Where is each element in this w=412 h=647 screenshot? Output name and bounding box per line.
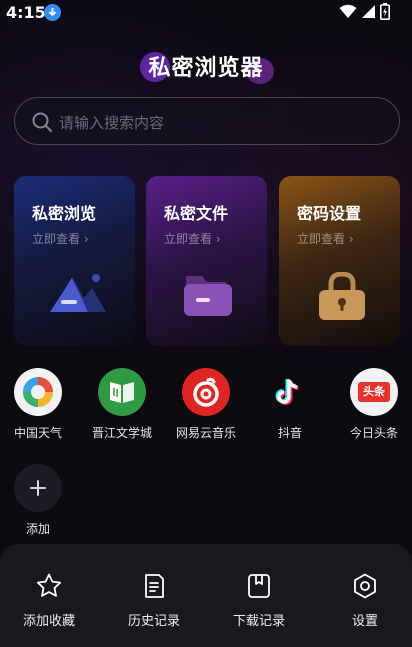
download-record-button[interactable]: 下载记录	[219, 572, 299, 629]
search-input[interactable]: 请输入搜索内容	[14, 97, 400, 145]
card-title: 密码设置	[297, 204, 362, 223]
search-placeholder: 请输入搜索内容	[59, 114, 165, 132]
douyin-icon	[266, 368, 314, 416]
add-favorite-button[interactable]: 添加收藏	[9, 572, 89, 629]
card-password-settings[interactable]: 密码设置 立即查看 ›	[279, 176, 400, 346]
wifi-icon	[339, 4, 357, 18]
lock-icon	[319, 272, 365, 320]
card-view-link[interactable]: 立即查看 ›	[32, 230, 89, 247]
shortcut-label: 网易云音乐	[175, 426, 236, 440]
nav-label: 下载记录	[232, 614, 285, 629]
shortcut-toutiao[interactable]: 头条 今日头条	[336, 368, 412, 441]
star-icon	[36, 573, 62, 597]
add-circle[interactable]	[14, 464, 62, 512]
history-button[interactable]: 历史记录	[114, 572, 194, 629]
add-label: 添加	[25, 522, 50, 536]
download-status-icon	[44, 4, 61, 21]
battery-icon	[380, 3, 390, 20]
plus-icon	[30, 480, 46, 496]
nav-label: 历史记录	[127, 614, 180, 629]
nav-label: 添加收藏	[22, 614, 75, 629]
card-view-link[interactable]: 立即查看 ›	[164, 230, 221, 247]
card-private-browse[interactable]: 私密浏览 立即查看 ›	[14, 176, 135, 346]
app-header: 私密浏览器	[0, 50, 412, 82]
bottom-action-sheet: 添加收藏 历史记录 下载记录 设置	[0, 544, 412, 647]
app-title: 私密浏览器	[148, 56, 264, 81]
china-weather-icon	[14, 368, 62, 416]
status-icons	[339, 3, 390, 20]
status-time: 4:15	[6, 3, 46, 22]
toutiao-badge: 头条	[358, 382, 390, 402]
card-title: 私密文件	[164, 204, 229, 223]
signal-icon	[362, 5, 375, 18]
mountain-image-icon	[50, 274, 106, 312]
shortcut-douyin[interactable]: 抖音	[252, 368, 328, 441]
download-record-icon	[248, 574, 270, 598]
gear-icon	[354, 573, 376, 599]
status-bar: 4:15	[0, 0, 412, 26]
card-title: 私密浏览	[32, 204, 97, 223]
add-shortcut-button[interactable]: 添加	[14, 464, 62, 536]
shortcut-label: 晋江文学城	[91, 426, 152, 440]
shortcut-label: 今日头条	[349, 426, 398, 440]
card-view-link[interactable]: 立即查看 ›	[297, 230, 354, 247]
shortcut-label: 抖音	[277, 426, 302, 440]
jinjiang-book-icon	[98, 368, 146, 416]
search-icon	[32, 112, 52, 132]
nav-label: 设置	[351, 614, 378, 629]
netease-music-icon	[182, 368, 230, 416]
settings-button[interactable]: 设置	[325, 572, 405, 629]
shortcut-label: 中国天气	[13, 426, 62, 440]
history-document-icon	[145, 574, 164, 598]
card-private-files[interactable]: 私密文件 立即查看 ›	[146, 176, 267, 346]
shortcut-jinjiang[interactable]: 晋江文学城	[84, 368, 160, 441]
folder-icon	[184, 276, 232, 316]
shortcut-china-weather[interactable]: 中国天气	[0, 368, 76, 441]
shortcut-netease-music[interactable]: 网易云音乐	[168, 368, 244, 441]
toutiao-icon: 头条	[350, 368, 398, 416]
